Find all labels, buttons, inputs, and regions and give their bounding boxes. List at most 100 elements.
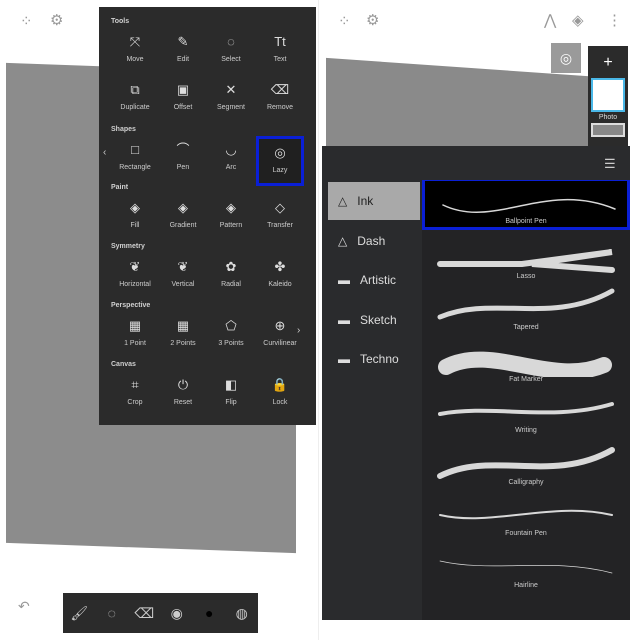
tool-label: Reset [173,399,193,406]
color-button[interactable]: ● [198,605,220,621]
tool-transfer[interactable]: ◇ Transfer [256,194,304,244]
layers-panel: + Photo [588,46,628,146]
category-icon: ▬ [338,273,350,287]
reset-icon: ⏻ [177,377,189,392]
brush-library-panel: ☰ △ Ink △ Dash ▬ Artistic ▬ Sketch ▬ Techno Ballp… [322,146,630,620]
tool-1-point[interactable]: ▦ 1 Point [111,312,159,362]
brush-writing[interactable]: Writing [422,384,630,436]
tool-label: Crop [127,399,143,406]
tool-horizontal[interactable]: ❦ Horizontal [111,253,159,303]
tool-move[interactable]: ⤧ Move [111,28,159,78]
section-header: Perspective [111,302,151,309]
brush-stroke-preview [438,402,614,416]
category-dash[interactable]: △ Dash [328,222,420,260]
select-icon: ◌ [227,34,235,49]
arc-icon: ◡ [225,142,237,157]
tool-2-points[interactable]: ▦ 2 Points [159,312,207,362]
brush-ballpoint-pen[interactable]: Ballpoint Pen [422,180,630,230]
tool-duplicate[interactable]: ⧉ Duplicate [111,76,159,126]
tool-label: Fill [130,222,140,229]
flip-icon: ◧ [224,377,238,392]
tool-lazy[interactable]: ◎ Lazy [256,136,304,186]
tool-reset[interactable]: ⏻ Reset [159,371,207,421]
brush-tapered[interactable]: Tapered [422,281,630,333]
layer-thumbnail[interactable] [591,78,625,112]
prev-page-arrow[interactable]: ‹ [103,147,106,158]
tool-edit[interactable]: ✎ Edit [159,28,207,78]
brush-calligraphy[interactable]: Calligraphy [422,436,630,488]
category-label: Ink [357,194,374,208]
tool-pen[interactable]: ⌒ Pen [159,136,207,186]
tool-curvilinear[interactable]: ⊕ Curvilinear [256,312,304,362]
brush-list[interactable]: Ballpoint Pen Lasso Tapered Fat Marker Writi… [422,180,630,620]
lazy-tool-button[interactable]: ◎ [551,43,581,73]
category-artistic[interactable]: ▬ Artistic [328,261,420,299]
offset-icon: ▣ [176,82,190,97]
tool-crop[interactable]: ⌗ Crop [111,371,159,421]
ruler-icon[interactable]: ⋀ [544,11,556,29]
kaleido-icon: ✤ [274,259,286,274]
brush-lasso[interactable]: Lasso [422,230,630,282]
tool-label: Move [126,56,144,63]
tool-segment[interactable]: ✕ Segment [207,76,255,126]
lasso-button[interactable]: ◌ [101,605,123,621]
section-header: Canvas [111,361,136,368]
tool-arc[interactable]: ◡ Arc [207,136,255,186]
add-layer-button[interactable]: + [588,54,628,72]
tool-gradient[interactable]: ◈ Gradient [159,194,207,244]
brush-size-button[interactable]: ◉ [166,605,188,622]
settings-icon[interactable]: ⚙ [366,11,379,29]
fill-icon: ◈ [130,200,140,215]
tool-text[interactable]: Tt Text [256,28,304,78]
tool-label: Transfer [267,222,293,229]
layers-icon[interactable]: ◈ [572,11,584,29]
tool-vertical[interactable]: ❦ Vertical [159,253,207,303]
brush-button[interactable]: 🖌 [68,605,90,622]
tool-remove[interactable]: ⌫ Remove [256,76,304,126]
tool-label: 3 Points [218,340,244,347]
text-icon: Tt [274,34,286,49]
brush-settings-icon[interactable]: ☰ [604,156,616,172]
tool-rectangle[interactable]: □ Rectangle [111,136,159,186]
collapse-icon[interactable]: ⁘ [338,12,351,30]
lock-icon: 🔒 [271,377,289,392]
brush-label: Writing [515,427,537,434]
tool-offset[interactable]: ▣ Offset [159,76,207,126]
tool-label: Horizontal [119,281,151,288]
undo-icon[interactable]: ↶ [18,598,30,615]
more-icon[interactable]: ⋮ [607,11,622,29]
tool-label: Duplicate [120,104,150,111]
edit-icon: ✎ [177,34,189,49]
brush-fat-marker[interactable]: Fat Marker [422,333,630,385]
tool-3-points[interactable]: ⬠ 3 Points [207,312,255,362]
category-sketch[interactable]: ▬ Sketch [328,301,420,339]
tool-lock[interactable]: 🔒 Lock [256,371,304,421]
category-ink[interactable]: △ Ink [328,182,420,220]
settings-icon[interactable]: ⚙ [50,11,63,29]
move-icon: ⤧ [129,34,141,49]
tool-flip[interactable]: ◧ Flip [207,371,255,421]
tool-pattern[interactable]: ◈ Pattern [207,194,255,244]
rectangle-icon: □ [131,142,139,157]
tool-select[interactable]: ◌ Select [207,28,255,78]
brush-label: Hairline [514,581,538,589]
brush-stroke-preview [437,248,615,273]
category-techno[interactable]: ▬ Techno [328,340,420,378]
opacity-button[interactable]: ◍ [231,605,253,622]
category-label: Sketch [360,312,397,327]
eraser-button[interactable]: ⌫ [133,605,155,622]
tool-fill[interactable]: ◈ Fill [111,194,159,244]
tools-menu: Tools ⤧ Move ✎ Edit ◌ Select Tt Text ⧉ Duplicate ▣ O… [99,7,316,425]
tool-kaleido[interactable]: ✤ Kaleido [256,253,304,303]
brush-fountain-pen[interactable]: Fountain Pen [422,487,630,539]
pattern-icon: ◈ [226,200,236,215]
tool-label: Edit [176,56,190,63]
brush-hairline[interactable]: Hairline [422,539,630,591]
section-header: Tools [111,18,130,25]
next-page-arrow[interactable]: › [297,325,300,336]
tool-label: Radial [221,281,241,288]
tool-radial[interactable]: ✿ Radial [207,253,255,303]
layer-thumbnail[interactable] [591,123,625,137]
duplicate-icon: ⧉ [130,82,140,97]
collapse-icon[interactable]: ⁘ [20,12,33,30]
